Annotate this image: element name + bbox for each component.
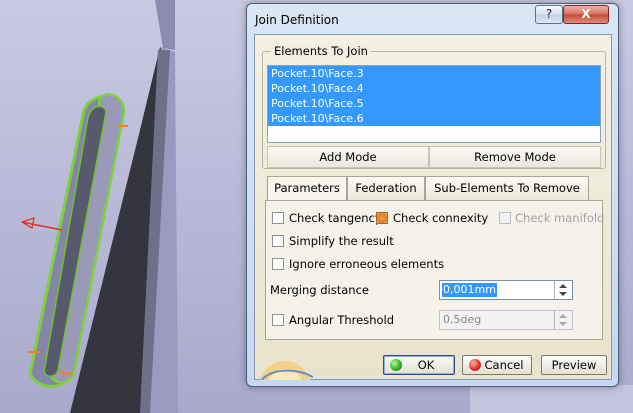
dialog-client-area: Elements To Join Pocket.10\Face.3 Pocket… [254, 34, 612, 380]
spin-up-icon [559, 314, 567, 318]
check-manifold-checkbox [499, 212, 511, 224]
catia-logo-icon [255, 347, 315, 380]
merging-distance-value[interactable]: 0,001mm [442, 283, 497, 297]
list-item[interactable]: Pocket.10\Face.4 [268, 81, 600, 96]
check-connexity-row[interactable]: Check connexity [376, 210, 488, 226]
check-manifold-row: Check manifold [499, 210, 604, 226]
cancel-button[interactable]: Cancel [462, 355, 532, 375]
angular-threshold-checkbox[interactable] [272, 314, 284, 326]
tab-sub-elements-to-remove[interactable]: Sub-Elements To Remove [425, 176, 589, 200]
angular-threshold-value: 0,5deg [443, 313, 482, 326]
help-icon: ? [545, 7, 553, 21]
check-connexity-checkbox[interactable] [376, 212, 388, 224]
angular-threshold-label: Angular Threshold [289, 313, 395, 327]
close-button[interactable]: X [563, 5, 609, 24]
remove-mode-button[interactable]: Remove Mode [429, 146, 601, 168]
check-manifold-label: Check manifold [515, 211, 605, 225]
list-item[interactable]: Pocket.10\Face.5 [268, 96, 600, 111]
elements-to-join-list[interactable]: Pocket.10\Face.3 Pocket.10\Face.4 Pocket… [267, 65, 601, 143]
dialog-titlebar[interactable]: Join Definition ? X [247, 4, 618, 34]
elements-to-join-legend: Elements To Join [271, 44, 371, 58]
join-definition-dialog: Join Definition ? X Elements To Join Poc… [246, 3, 619, 387]
ignore-erroneous-checkbox[interactable] [272, 258, 284, 270]
merging-distance-label: Merging distance [270, 283, 369, 297]
ignore-erroneous-label: Ignore erroneous elements [289, 257, 445, 271]
simplify-result-label: Simplify the result [289, 234, 394, 248]
tab-federation[interactable]: Federation [347, 176, 425, 200]
ok-label: OK [417, 358, 435, 372]
elements-to-join-group: Elements To Join Pocket.10\Face.3 Pocket… [262, 44, 606, 169]
axis-arrow-icon [20, 217, 63, 231]
tab-parameters[interactable]: Parameters [267, 176, 347, 201]
angular-threshold-input: 0,5deg [439, 310, 573, 330]
check-tangency-row[interactable]: Check tangency [272, 210, 382, 226]
check-connexity-label: Check connexity [393, 211, 489, 225]
add-mode-button[interactable]: Add Mode [267, 146, 429, 168]
list-item[interactable]: Pocket.10\Face.3 [268, 66, 600, 81]
check-tangency-checkbox[interactable] [272, 212, 284, 224]
spin-down-icon[interactable] [559, 292, 567, 296]
check-tangency-label: Check tangency [289, 211, 382, 225]
dialog-title: Join Definition [255, 13, 339, 27]
cancel-icon [469, 359, 481, 371]
angular-threshold-row[interactable]: Angular Threshold [272, 312, 412, 328]
list-empty-row[interactable] [268, 126, 600, 141]
simplify-result-row[interactable]: Simplify the result [272, 233, 412, 249]
merging-distance-input[interactable]: 0,001mm [439, 280, 573, 300]
help-button[interactable]: ? [535, 5, 563, 24]
simplify-result-checkbox[interactable] [272, 235, 284, 247]
spin-up-icon[interactable] [559, 284, 567, 288]
merging-distance-stepper[interactable] [554, 281, 572, 299]
angular-threshold-stepper [554, 311, 572, 329]
preview-button[interactable]: Preview [541, 355, 607, 375]
ok-icon [390, 359, 402, 371]
parameters-panel: Check tangency Check connexity Check man… [265, 200, 604, 340]
list-item[interactable]: Pocket.10\Face.6 [268, 111, 600, 126]
close-icon: X [581, 7, 591, 21]
ok-button[interactable]: OK [383, 355, 455, 375]
ignore-erroneous-row[interactable]: Ignore erroneous elements [272, 256, 452, 272]
spin-down-icon [559, 322, 567, 326]
